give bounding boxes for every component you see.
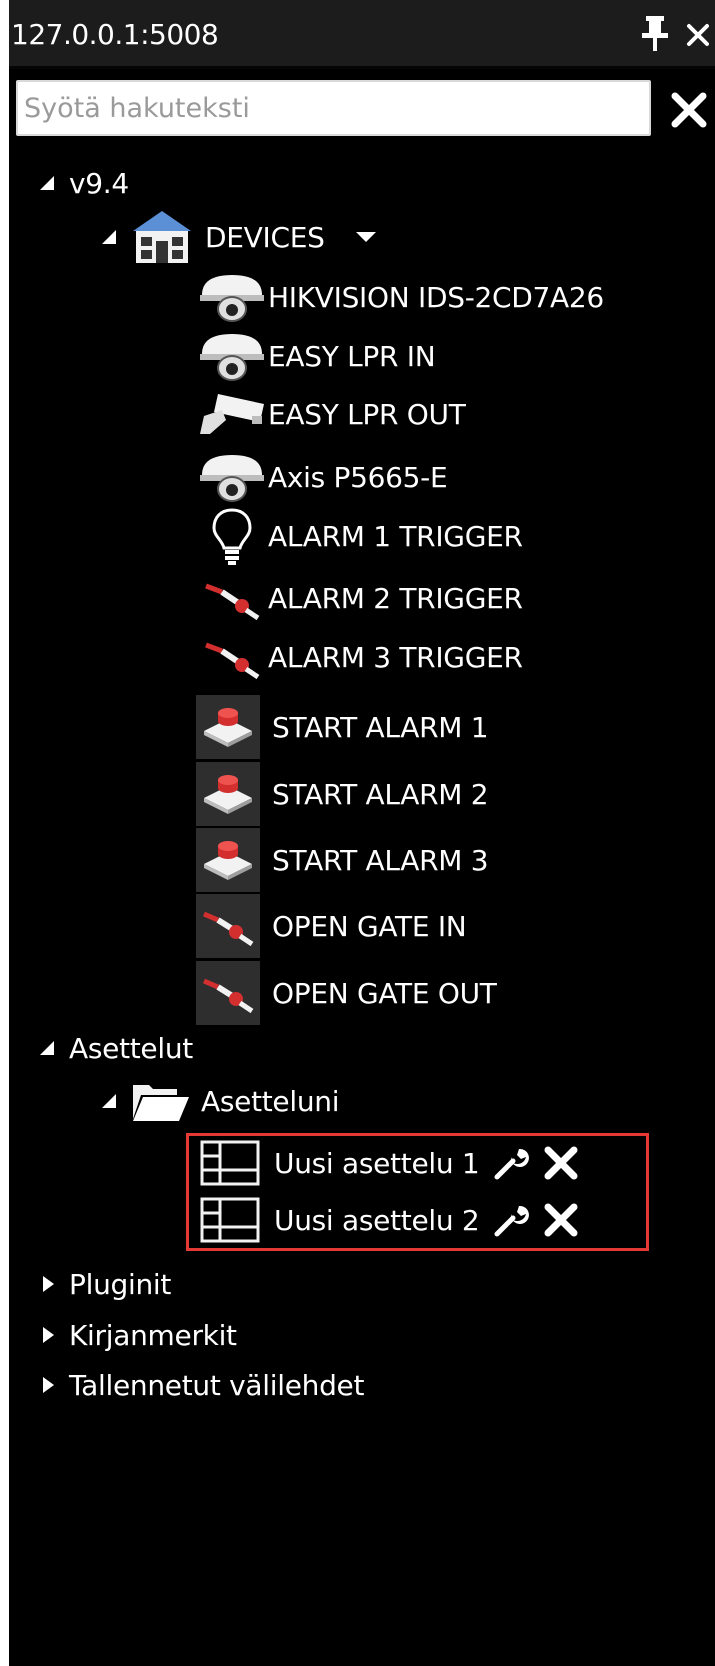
device-label: OPEN GATE IN: [272, 909, 467, 943]
tree-node-label: Asetteluni: [201, 1084, 340, 1118]
tree-node-label: Kirjanmerkit: [69, 1318, 237, 1352]
tree-node-layouts[interactable]: Asettelut: [39, 1022, 193, 1074]
push-button-icon: [196, 695, 260, 759]
expand-arrow-icon[interactable]: [39, 175, 55, 191]
delete-icon[interactable]: [543, 1202, 579, 1238]
tree-node-devices[interactable]: DEVICES: [101, 211, 377, 263]
push-button-icon: [196, 828, 260, 892]
device-item[interactable]: ALARM 3 TRIGGER: [196, 631, 523, 683]
device-item[interactable]: HIKVISION IDS-2CD7A26: [196, 271, 604, 323]
collapse-arrow-icon[interactable]: [41, 1376, 55, 1394]
wrench-icon[interactable]: [493, 1202, 530, 1238]
tree-node-plugins[interactable]: Pluginit: [41, 1258, 171, 1310]
search-input[interactable]: [16, 80, 651, 136]
bullet-camera-icon: [200, 394, 264, 434]
device-item[interactable]: ALARM 2 TRIGGER: [196, 572, 523, 624]
window-title: 127.0.0.1:5008: [11, 18, 219, 51]
device-item[interactable]: ALARM 1 TRIGGER: [196, 508, 523, 565]
tree-node-bookmarks[interactable]: Kirjanmerkit: [41, 1309, 237, 1361]
close-icon[interactable]: [685, 22, 711, 48]
caret-down-icon[interactable]: [355, 230, 377, 244]
device-tree-panel: 127.0.0.1:5008 v9.4 DEVICES: [9, 0, 715, 1666]
expand-arrow-icon[interactable]: [101, 1093, 117, 1109]
collapse-arrow-icon[interactable]: [41, 1326, 55, 1344]
device-label: START ALARM 2: [272, 777, 489, 811]
delete-icon[interactable]: [543, 1145, 579, 1181]
expand-arrow-icon[interactable]: [101, 229, 117, 245]
device-label: ALARM 2 TRIGGER: [268, 581, 523, 615]
device-label: EASY LPR OUT: [268, 397, 466, 431]
building-icon: [133, 211, 191, 263]
layout-item[interactable]: Uusi asettelu 2: [200, 1193, 579, 1247]
dome-camera-icon: [200, 334, 264, 381]
lightbulb-icon: [212, 508, 252, 565]
device-item[interactable]: OPEN GATE OUT: [196, 958, 497, 1028]
switch-icon: [196, 961, 260, 1025]
device-item[interactable]: START ALARM 1: [196, 692, 489, 762]
device-item[interactable]: EASY LPR OUT: [196, 388, 466, 440]
dome-camera-icon: [200, 455, 264, 502]
device-item[interactable]: Axis P5665-E: [196, 451, 448, 503]
clear-icon[interactable]: [670, 91, 708, 129]
layout-label: Uusi asettelu 1: [274, 1146, 480, 1180]
tree-node-saved-tabs[interactable]: Tallennetut välilehdet: [41, 1359, 364, 1411]
dome-camera-icon: [200, 275, 264, 322]
device-item[interactable]: START ALARM 3: [196, 825, 489, 895]
device-item[interactable]: EASY LPR IN: [196, 330, 436, 382]
title-bar: 127.0.0.1:5008: [9, 0, 715, 69]
device-label: ALARM 1 TRIGGER: [268, 519, 523, 553]
layout-item[interactable]: Uusi asettelu 1: [200, 1136, 579, 1190]
tree-node-label: Pluginit: [69, 1267, 172, 1301]
device-label: START ALARM 3: [272, 843, 489, 877]
device-label: OPEN GATE OUT: [272, 976, 497, 1010]
tree-node-label: v9.4: [69, 166, 129, 200]
device-item[interactable]: OPEN GATE IN: [196, 891, 467, 961]
layout-label: Uusi asettelu 2: [274, 1203, 480, 1237]
tree-node-layout-folder[interactable]: Asetteluni: [101, 1075, 340, 1127]
device-label: HIKVISION IDS-2CD7A26: [268, 280, 604, 314]
expand-arrow-icon[interactable]: [39, 1040, 55, 1056]
collapse-arrow-icon[interactable]: [41, 1275, 55, 1293]
switch-icon: [196, 894, 260, 958]
tree-node-label: Asettelut: [69, 1031, 193, 1065]
wrench-icon[interactable]: [493, 1145, 530, 1181]
switch-icon: [205, 583, 260, 621]
folder-icon: [133, 1085, 189, 1121]
layout-grid-icon: [200, 1197, 260, 1243]
device-label: ALARM 3 TRIGGER: [268, 640, 523, 674]
device-label: Axis P5665-E: [268, 460, 448, 494]
push-button-icon: [196, 762, 260, 826]
tree-node-label: Tallennetut välilehdet: [69, 1368, 365, 1402]
tree-node-root[interactable]: v9.4: [39, 157, 129, 209]
layout-grid-icon: [200, 1140, 260, 1186]
device-item[interactable]: START ALARM 2: [196, 759, 489, 829]
device-label: START ALARM 1: [272, 710, 489, 744]
pin-icon[interactable]: [638, 14, 672, 52]
switch-icon: [205, 642, 260, 680]
tree-node-label: DEVICES: [205, 220, 325, 254]
device-label: EASY LPR IN: [268, 339, 436, 373]
